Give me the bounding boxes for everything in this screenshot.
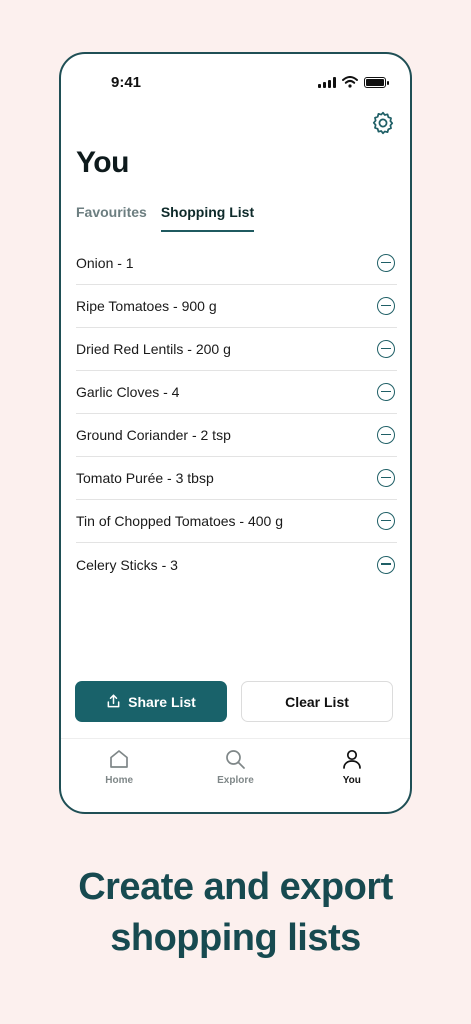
- list-item-label: Tin of Chopped Tomatoes - 400 g: [76, 513, 284, 529]
- remove-item-icon[interactable]: [377, 512, 395, 530]
- segment-tabs: Favourites Shopping List: [76, 204, 255, 232]
- tab-shopping-list[interactable]: Shopping List: [160, 204, 255, 232]
- list-item-label: Ground Coriander - 2 tsp: [76, 427, 231, 443]
- list-item: Onion - 1: [76, 242, 397, 285]
- list-actions: Share List Clear List: [75, 681, 393, 722]
- list-item: Ripe Tomatoes - 900 g: [76, 285, 397, 328]
- list-item-label: Tomato Purée - 3 tbsp: [76, 470, 214, 486]
- remove-item-icon[interactable]: [377, 383, 395, 401]
- wifi-icon: [342, 76, 358, 88]
- list-item-label: Ripe Tomatoes - 900 g: [76, 298, 217, 314]
- list-item-label: Onion - 1: [76, 255, 134, 271]
- phone-frame: 9:41 You Favourites Shopping List Onion …: [59, 52, 412, 814]
- tabbar-home[interactable]: Home: [61, 739, 177, 812]
- remove-item-icon[interactable]: [377, 254, 395, 272]
- page-title: You: [76, 146, 129, 179]
- share-icon: [107, 694, 120, 708]
- tabbar-you-label: You: [342, 775, 361, 786]
- list-item-label: Dried Red Lentils - 200 g: [76, 341, 231, 357]
- remove-item-icon[interactable]: [377, 469, 395, 487]
- list-item: Ground Coriander - 2 tsp: [76, 414, 397, 457]
- clear-list-button[interactable]: Clear List: [241, 681, 393, 722]
- list-item: Tin of Chopped Tomatoes - 400 g: [76, 500, 397, 543]
- tab-favourites[interactable]: Favourites: [76, 204, 147, 232]
- list-item: Garlic Cloves - 4: [76, 371, 397, 414]
- tabbar-explore[interactable]: Explore: [177, 739, 293, 812]
- search-icon: [226, 750, 246, 769]
- list-item: Tomato Purée - 3 tbsp: [76, 457, 397, 500]
- remove-item-icon[interactable]: [377, 340, 395, 358]
- list-item-label: Garlic Cloves - 4: [76, 384, 180, 400]
- shopping-list: Onion - 1 Ripe Tomatoes - 900 g Dried Re…: [76, 242, 397, 586]
- bottom-tab-bar: Home Explore You: [61, 738, 410, 812]
- user-icon: [342, 749, 361, 769]
- status-time: 9:41: [111, 74, 142, 91]
- share-list-button[interactable]: Share List: [75, 681, 227, 722]
- remove-item-icon[interactable]: [377, 297, 395, 315]
- remove-item-icon[interactable]: [377, 555, 395, 574]
- list-item: Dried Red Lentils - 200 g: [76, 328, 397, 371]
- list-item: Celery Sticks - 3: [76, 543, 397, 586]
- tabbar-you[interactable]: You: [294, 739, 410, 812]
- status-icons: [318, 76, 389, 88]
- remove-item-icon[interactable]: [377, 426, 395, 444]
- status-bar: 9:41: [61, 54, 410, 112]
- list-item-label: Celery Sticks - 3: [76, 556, 178, 573]
- cellular-signal-icon: [318, 76, 336, 88]
- headline-line-1: Create and export: [78, 866, 393, 908]
- battery-icon: [364, 76, 389, 88]
- settings-gear-icon[interactable]: [370, 110, 396, 136]
- marketing-headline: Create and export shopping lists: [0, 862, 471, 964]
- headline-line-2: shopping lists: [110, 917, 361, 959]
- share-list-label: Share List: [128, 693, 196, 710]
- tabbar-home-label: Home: [105, 775, 134, 786]
- home-icon: [110, 750, 129, 768]
- tabbar-explore-label: Explore: [217, 775, 254, 786]
